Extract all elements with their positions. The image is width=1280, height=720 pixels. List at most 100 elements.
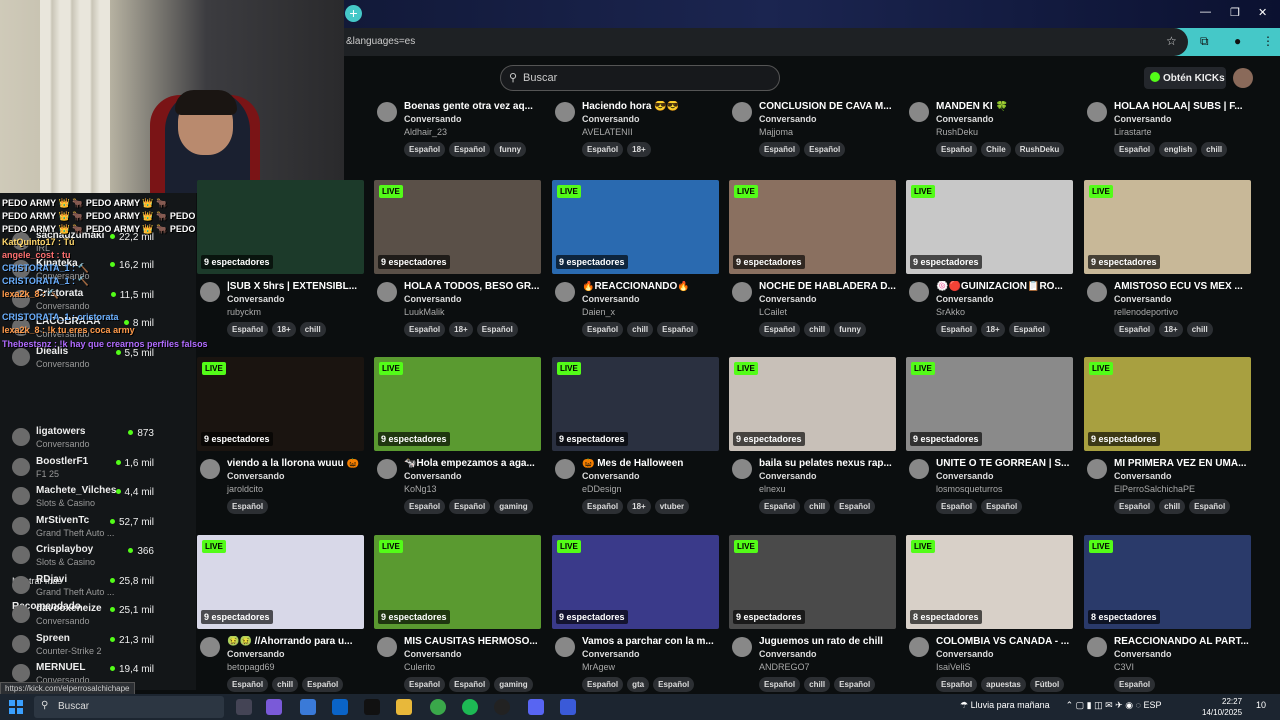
stream-thumbnail[interactable]: LIVE 9 espectadores: [729, 357, 896, 451]
stream-title[interactable]: Vamos a parchar con la m...: [582, 636, 730, 647]
stream-title[interactable]: AMISTOSO ECU VS MEX ...: [1114, 281, 1262, 292]
stream-category[interactable]: Conversando: [936, 649, 994, 659]
file-explorer-icon[interactable]: [396, 699, 412, 715]
tag-chip[interactable]: Español: [1008, 322, 1050, 337]
tag-chip[interactable]: Español: [227, 322, 269, 337]
stream-thumbnail[interactable]: LIVE 9 espectadores: [729, 180, 896, 274]
stream-category[interactable]: Conversando: [759, 294, 817, 304]
get-kicks-button[interactable]: Obtén KICKs: [1144, 67, 1226, 89]
channel-avatar[interactable]: [732, 459, 752, 479]
tag-chip[interactable]: chill: [804, 677, 831, 692]
stream-title[interactable]: viendo a la llorona wuuu 🎃: [227, 458, 375, 469]
stream-thumbnail[interactable]: LIVE 9 espectadores: [1084, 180, 1251, 274]
channel-username[interactable]: LuukMalik: [404, 307, 445, 317]
star-icon[interactable]: ☆: [1166, 34, 1177, 48]
stream-title[interactable]: HOLAA HOLAA| SUBS | F...: [1114, 101, 1262, 112]
tag-chip[interactable]: Español: [759, 322, 801, 337]
stream-thumbnail[interactable]: LIVE 9 espectadores: [729, 535, 896, 629]
outlook-icon[interactable]: [332, 699, 348, 715]
tag-chip[interactable]: 18+: [981, 322, 1005, 337]
stream-thumbnail[interactable]: LIVE 9 espectadores: [906, 180, 1073, 274]
tag-chip[interactable]: Español: [936, 322, 978, 337]
tag-chip[interactable]: Español: [657, 322, 699, 337]
channel-username[interactable]: SrAkko: [936, 307, 965, 317]
sidebar-channel[interactable]: Crisplayboy Slots & Casino 366: [10, 543, 190, 571]
stream-category[interactable]: Conversando: [759, 649, 817, 659]
stream-title[interactable]: HOLA A TODOS, BESO GR...: [404, 281, 552, 292]
sidebar-channel[interactable]: BoostlerF1 F1 25 1,6 mil: [10, 455, 190, 483]
channel-avatar[interactable]: [732, 102, 752, 122]
channel-username[interactable]: C3VI: [1114, 662, 1134, 672]
tag-chip[interactable]: Español: [804, 142, 846, 157]
stream-category[interactable]: Conversando: [1114, 294, 1172, 304]
sidebar-channel[interactable]: Machete_Vilches Slots & Casino 4,4 mil: [10, 484, 190, 512]
stream-category[interactable]: Conversando: [404, 114, 462, 124]
tag-chip[interactable]: funny: [834, 322, 866, 337]
stream-category[interactable]: Conversando: [582, 294, 640, 304]
stream-category[interactable]: Conversando: [582, 114, 640, 124]
channel-avatar[interactable]: [1087, 637, 1107, 657]
stream-thumbnail[interactable]: LIVE 9 espectadores: [552, 180, 719, 274]
stream-category[interactable]: Conversando: [1114, 471, 1172, 481]
tag-chip[interactable]: 18+: [627, 499, 651, 514]
new-tab-button[interactable]: +: [345, 5, 362, 22]
tag-chip[interactable]: 18+: [1159, 322, 1183, 337]
menu-icon[interactable]: ⋮: [1262, 34, 1274, 48]
profile-icon[interactable]: ●: [1234, 34, 1241, 48]
stream-title[interactable]: Haciendo hora 😎😎: [582, 101, 730, 112]
channel-avatar[interactable]: [909, 102, 929, 122]
tag-chip[interactable]: Español: [582, 142, 624, 157]
tiktok-icon[interactable]: [364, 699, 380, 715]
tag-chip[interactable]: Español: [404, 499, 446, 514]
stream-title[interactable]: 🐄Hola empezamos a aga...: [404, 458, 552, 469]
tag-chip[interactable]: Español: [302, 677, 344, 692]
tag-chip[interactable]: Español: [759, 142, 801, 157]
channel-username[interactable]: ANDREGO7: [759, 662, 810, 672]
windows-start-icon[interactable]: [9, 700, 23, 714]
tag-chip[interactable]: Español: [449, 677, 491, 692]
tag-chip[interactable]: Español: [936, 499, 978, 514]
stream-title[interactable]: 🍥🔴GUINIZACION📋RO...: [936, 281, 1084, 292]
stream-thumbnail[interactable]: 9 espectadores: [197, 180, 364, 274]
tag-chip[interactable]: Español: [936, 142, 978, 157]
channel-username[interactable]: rubyckm: [227, 307, 261, 317]
channel-username[interactable]: Aldhair_23: [404, 127, 447, 137]
channel-avatar[interactable]: [200, 282, 220, 302]
channel-username[interactable]: Majjoma: [759, 127, 793, 137]
tag-chip[interactable]: RushDeku: [1014, 142, 1065, 157]
sidebar-channel[interactable]: Spreen Counter-Strike 2 21,3 mil: [10, 632, 190, 660]
tag-chip[interactable]: chill: [627, 322, 654, 337]
channel-avatar[interactable]: [555, 102, 575, 122]
stream-title[interactable]: MANDEN KI 🍀: [936, 101, 1084, 112]
channel-username[interactable]: AVELATENII: [582, 127, 633, 137]
tag-chip[interactable]: Español: [404, 142, 446, 157]
channel-username[interactable]: MrAgew: [582, 662, 615, 672]
stream-title[interactable]: COLOMBIA VS CANADA - ...: [936, 636, 1084, 647]
stream-thumbnail[interactable]: LIVE 9 espectadores: [374, 180, 541, 274]
address-bar[interactable]: &languages=es: [344, 28, 1188, 56]
stream-thumbnail[interactable]: LIVE 9 espectadores: [552, 357, 719, 451]
tag-chip[interactable]: funny: [494, 142, 527, 157]
tag-chip[interactable]: chill: [299, 322, 326, 337]
stream-category[interactable]: Conversando: [227, 649, 285, 659]
tag-chip[interactable]: Español: [981, 499, 1023, 514]
tag-chip[interactable]: Español: [582, 677, 624, 692]
minimize-icon[interactable]: —: [1200, 6, 1211, 18]
stream-thumbnail[interactable]: LIVE 9 espectadores: [374, 535, 541, 629]
tag-chip[interactable]: Español: [582, 322, 624, 337]
stream-title[interactable]: UNITE O TE GORREAN | S...: [936, 458, 1084, 469]
channel-username[interactable]: jaroldcito: [227, 484, 263, 494]
tag-chip[interactable]: 18+: [627, 142, 651, 157]
stream-thumbnail[interactable]: LIVE 9 espectadores: [197, 535, 364, 629]
stream-title[interactable]: 🎃 Mes de Halloween: [582, 458, 730, 469]
tag-chip[interactable]: chill: [1201, 142, 1228, 157]
tag-chip[interactable]: english: [1159, 142, 1198, 157]
stream-title[interactable]: |SUB X 5hrs | EXTENSIBL...: [227, 281, 375, 292]
tag-chip[interactable]: Español: [759, 677, 801, 692]
tag-chip[interactable]: gta: [627, 677, 650, 692]
channel-avatar[interactable]: [555, 637, 575, 657]
tag-chip[interactable]: Español: [582, 499, 624, 514]
stream-category[interactable]: Conversando: [227, 294, 285, 304]
sidebar-channel[interactable]: davooxeneize Conversando 25,1 mil: [10, 602, 190, 630]
stream-title[interactable]: MI PRIMERA VEZ EN UMA...: [1114, 458, 1262, 469]
